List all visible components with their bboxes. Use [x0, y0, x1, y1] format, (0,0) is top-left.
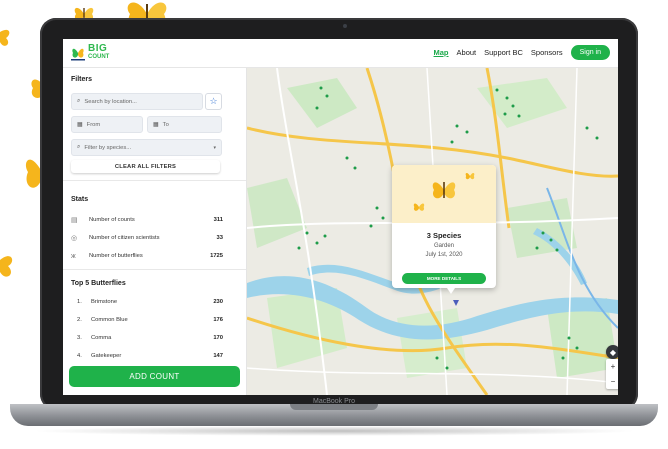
date-to-input[interactable]: ▦ To: [147, 116, 222, 133]
big-count-logo[interactable]: BIG COUNT: [71, 43, 109, 63]
species-name: Common Blue: [91, 316, 128, 323]
sign-in-button[interactable]: Sign in: [570, 45, 610, 60]
stat-row-counts: ▤ Number of counts 311: [71, 213, 223, 227]
stat-label: Number of counts: [89, 217, 135, 223]
butterfly-icon: [465, 173, 475, 180]
location-search-placeholder: Search by location...: [84, 98, 137, 105]
more-details-button[interactable]: MORE DETAILS: [402, 273, 486, 284]
device-label: MacBook Pro: [312, 398, 356, 405]
stats-heading: Stats: [71, 196, 89, 203]
stat-label: Number of butterflies: [89, 253, 143, 259]
species-filter-placeholder: Filter by species...: [84, 144, 132, 151]
count-popup: 3 Species Garden July 1st, 2020 MORE DET…: [392, 165, 496, 288]
clipboard-icon: ▤: [71, 217, 78, 224]
rank: 3.: [77, 334, 82, 341]
zoom-in-button[interactable]: +: [606, 359, 618, 374]
butterfly-illustration: [0, 256, 13, 277]
date-from-placeholder: From: [86, 121, 101, 128]
favourite-star-button[interactable]: ☆: [205, 93, 222, 110]
rank: 1.: [77, 298, 82, 305]
rank: 2.: [77, 316, 82, 323]
app-screen: BIG COUNT Map About Support BC Sponsors …: [63, 39, 618, 395]
chevron-down-icon: ▾: [213, 144, 216, 151]
top-butterfly-row: 2. Common Blue 176: [77, 313, 223, 326]
layers-icon: ◆: [609, 347, 617, 357]
nav-sponsors[interactable]: Sponsors: [531, 48, 563, 57]
popup-species-count: 3 Species: [426, 231, 462, 240]
top-butterfly-row: 3. Comma 170: [77, 331, 223, 344]
stat-value: 33: [216, 235, 223, 241]
species-filter-select[interactable]: ⌕ Filter by species... ▾: [71, 139, 222, 156]
section-divider: [63, 180, 246, 181]
butterfly-conservation-logo-icon: [71, 48, 85, 61]
logo-count-text: COUNT: [88, 54, 110, 60]
section-divider: [63, 269, 246, 270]
zoom-controls: + −: [606, 359, 618, 389]
species-count: 170: [213, 334, 223, 341]
butterfly-icon: [432, 182, 456, 199]
nav-support-bc[interactable]: Support BC: [484, 48, 523, 57]
popup-location: Garden: [433, 243, 454, 249]
species-name: Brimstone: [91, 298, 118, 305]
filters-heading: Filters: [71, 76, 93, 83]
species-count: 147: [213, 352, 223, 359]
top-butterflies-heading: Top 5 Butterflies: [71, 280, 126, 287]
stat-label: Number of citizen scientists: [89, 235, 160, 241]
calendar-icon: ▦: [153, 122, 159, 128]
date-to-placeholder: To: [162, 121, 169, 128]
popup-header: [392, 165, 496, 223]
main-nav: Map About Support BC Sponsors Sign in: [434, 45, 610, 60]
popup-date: July 1st, 2020: [425, 252, 463, 258]
butterfly-icon: ж: [71, 252, 76, 260]
star-icon: ☆: [209, 96, 218, 106]
top-butterfly-row: 1. Brimstone 230: [77, 295, 223, 308]
species-name: Gatekeeper: [91, 352, 122, 359]
top-navigation-bar: BIG COUNT Map About Support BC Sponsors …: [63, 39, 618, 68]
layers-button[interactable]: ◆: [606, 345, 618, 359]
laptop-camera: [343, 24, 347, 28]
sidebar: Filters ⌕ Search by location... ☆ ▦ From…: [63, 68, 247, 395]
nav-about[interactable]: About: [457, 48, 477, 57]
rank: 4.: [77, 352, 82, 359]
stat-row-citizen-scientists: ◎ Number of citizen scientists 33: [71, 231, 223, 245]
search-icon: ⌕: [77, 144, 81, 150]
nav-map[interactable]: Map: [434, 48, 449, 57]
date-from-input[interactable]: ▦ From: [71, 116, 143, 133]
popup-pointer: [447, 288, 455, 294]
search-icon: ⌕: [77, 98, 81, 104]
laptop-shadow: [30, 426, 638, 436]
species-name: Comma: [91, 334, 112, 341]
add-count-button[interactable]: ADD COUNT: [69, 366, 240, 387]
butterfly-illustration: [0, 29, 10, 46]
top-butterfly-row: 4. Gatekeeper 147: [77, 349, 223, 362]
binoculars-icon: ◎: [71, 235, 78, 242]
stat-value: 1725: [210, 253, 223, 259]
location-search-input[interactable]: ⌕ Search by location...: [71, 93, 203, 110]
zoom-out-button[interactable]: −: [606, 374, 618, 389]
map-canvas[interactable]: 3 Species Garden July 1st, 2020 MORE DET…: [247, 68, 618, 395]
clear-all-filters-button[interactable]: CLEAR ALL FILTERS: [71, 160, 220, 173]
calendar-icon: ▦: [77, 122, 83, 128]
stat-value: 311: [213, 217, 223, 223]
butterfly-icon: [413, 203, 425, 211]
logo-big-text: BIG: [88, 43, 108, 54]
species-count: 176: [213, 316, 223, 323]
species-count: 230: [213, 298, 223, 305]
stat-row-butterflies: ж Number of butterflies 1725: [71, 249, 223, 263]
